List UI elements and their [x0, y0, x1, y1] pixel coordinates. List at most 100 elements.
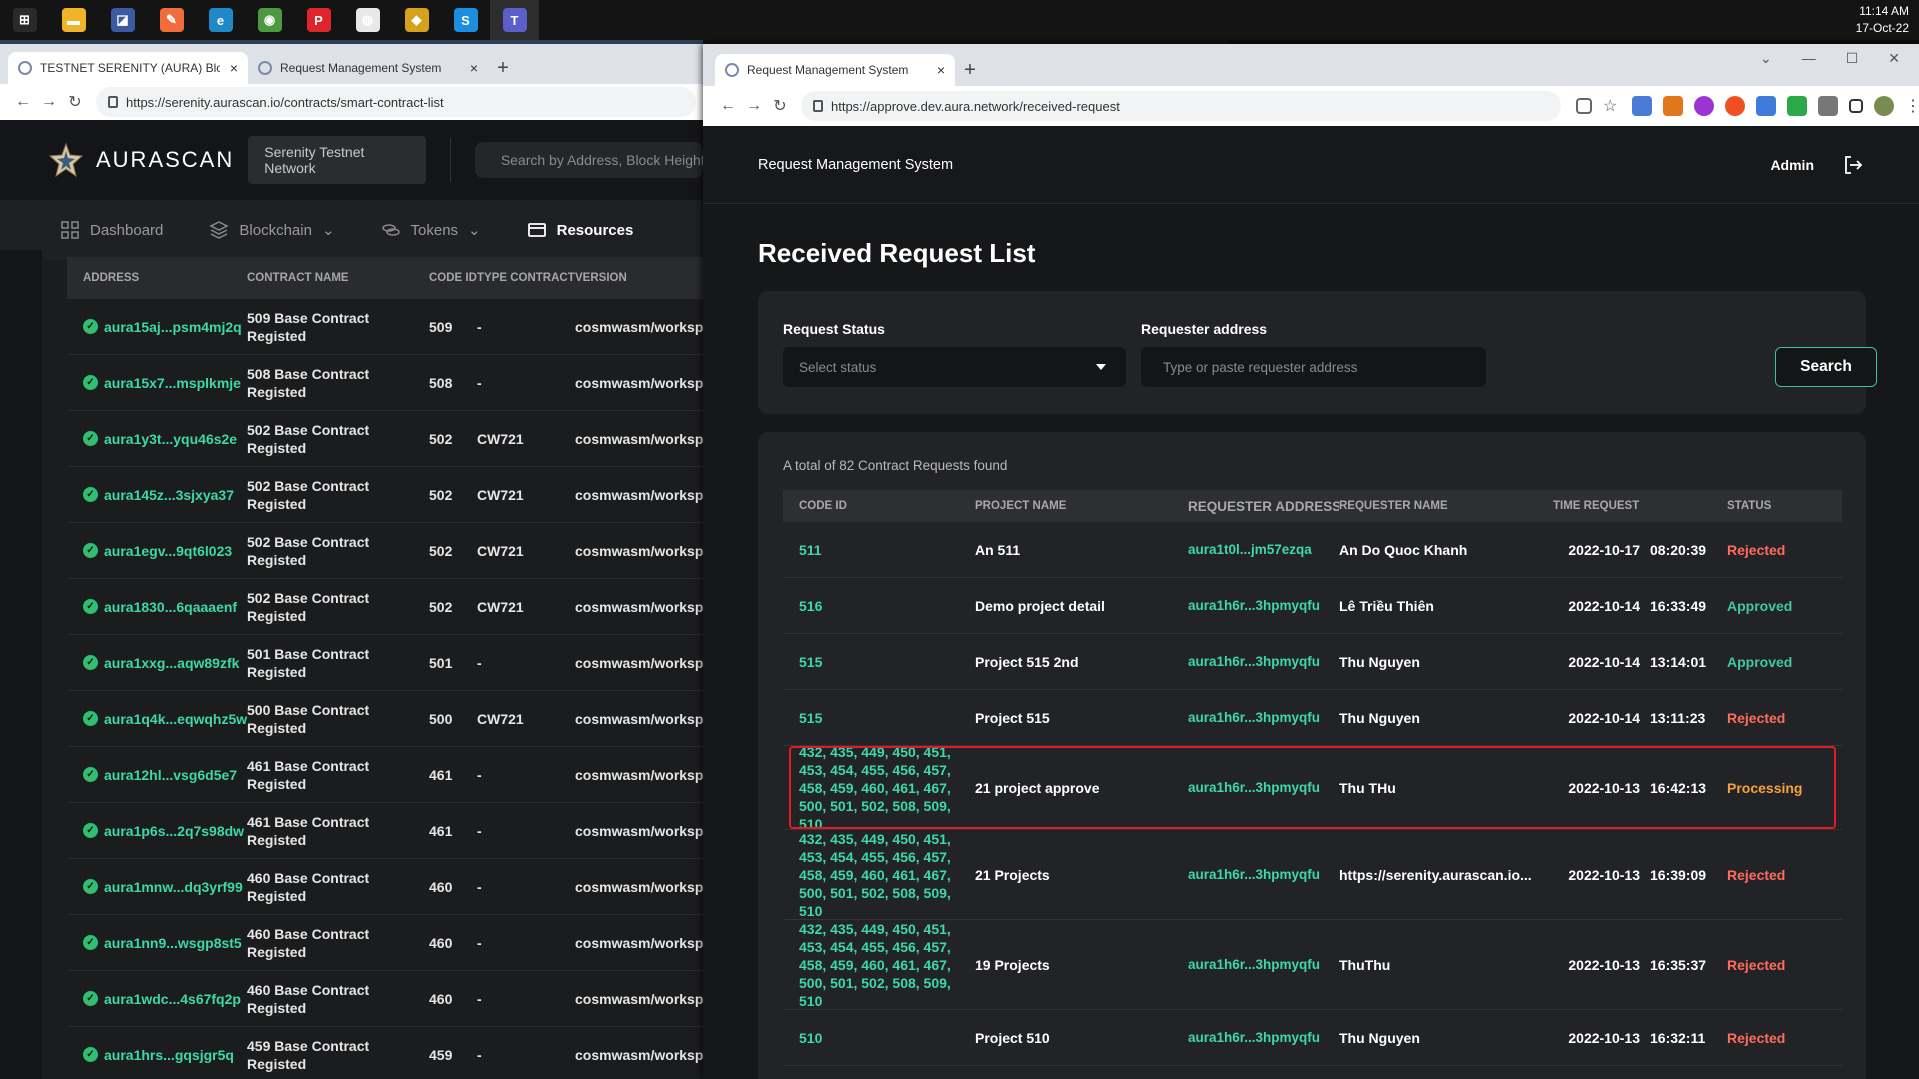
contract-address-link[interactable]: aura15x7...msplkmje [104, 375, 241, 391]
contract-row[interactable]: ✓ aura15aj...psm4mj2q 509 Base Contract Re… [67, 299, 703, 355]
code-id-link[interactable]: 511 [783, 541, 975, 559]
taskbar-app[interactable]: e [196, 0, 245, 40]
reload-icon[interactable]: ↻ [767, 96, 793, 116]
search-button[interactable]: Search [1775, 347, 1877, 387]
request-row[interactable]: 432, 435, 449, 450, 451, 453, 454, 455, … [783, 743, 1842, 833]
extension-icon-1[interactable] [1694, 96, 1714, 116]
taskbar-app[interactable]: S [441, 0, 490, 40]
tab-search-chevron-icon[interactable]: ⌄ [1760, 50, 1772, 67]
request-row[interactable]: 511 An 511 aura1t0l...jm57ezqa An Do Quoc K… [783, 522, 1842, 578]
metamask-extension-icon[interactable] [1663, 96, 1683, 116]
close-window-icon[interactable]: ✕ [1888, 50, 1900, 67]
taskbar-app[interactable]: P [294, 0, 343, 40]
contract-row[interactable]: ✓ aura1y3t...yqu46s2e 502 Base Contract Re… [67, 411, 703, 467]
contract-row[interactable]: ✓ aura145z...3sjxya37 502 Base Contract Re… [67, 467, 703, 523]
nav-dashboard[interactable]: Dashboard [60, 220, 163, 240]
system-clock[interactable]: 11:14 AM 17-Oct-22 [1856, 3, 1909, 37]
contract-address-link[interactable]: aura1wdc...4s67fq2p [104, 991, 241, 1007]
contract-row[interactable]: ✓ aura1mnw...dq3yrf99 460 Base Contract Re… [67, 859, 703, 915]
contract-address-link[interactable]: aura12hl...vsg6d5e7 [104, 767, 237, 783]
requester-address-link[interactable]: aura1h6r...3hpmyqfu [1188, 1030, 1339, 1045]
contract-address-link[interactable]: aura1q4k...eqwqhz5w [104, 711, 247, 727]
back-icon[interactable]: ← [10, 93, 36, 111]
taskbar-app[interactable]: ✎ [147, 0, 196, 40]
extension-icon-3[interactable] [1756, 96, 1776, 116]
contract-row[interactable]: ✓ aura12hl...vsg6d5e7 461 Base Contract Re… [67, 747, 703, 803]
close-tab-icon[interactable]: × [230, 60, 238, 76]
network-badge[interactable]: Serenity Testnet Network [248, 136, 426, 184]
forward-icon[interactable]: → [36, 93, 62, 111]
code-id-link[interactable]: 432, 435, 449, 450, 451, 453, 454, 455, … [783, 920, 975, 1010]
requester-address-input[interactable] [1141, 347, 1486, 387]
contract-address-link[interactable]: aura1xxg...aqw89zfk [104, 655, 239, 671]
request-status-select[interactable]: Select status [783, 347, 1126, 387]
close-tab-icon[interactable]: × [470, 60, 478, 76]
app-title[interactable]: Request Management System [758, 157, 953, 173]
contract-address-link[interactable]: aura1nn9...wsgp8st5 [104, 935, 242, 951]
contract-row[interactable]: ✓ aura1nn9...wsgp8st5 460 Base Contract Re… [67, 915, 703, 971]
contract-row[interactable]: ✓ aura1xxg...aqw89zfk 501 Base Contract Re… [67, 635, 703, 691]
taskbar-app[interactable]: ◍ [343, 0, 392, 40]
requester-address-link[interactable]: aura1t0l...jm57ezqa [1188, 542, 1339, 557]
logout-icon[interactable] [1842, 154, 1864, 176]
request-row[interactable]: 516 Demo project detail aura1h6r...3hpmyqf… [783, 578, 1842, 634]
contract-row[interactable]: ✓ aura1p6s...2q7s98dw 461 Base Contract Re… [67, 803, 703, 859]
contract-address-link[interactable]: aura1hrs...gqsjgr5q [104, 1047, 234, 1063]
request-row[interactable]: 432, 435, 449, 450, 451, 453, 454, 455, … [783, 920, 1842, 1010]
share-icon[interactable] [1576, 98, 1592, 114]
nav-tokens[interactable]: Tokens ⌄ [381, 220, 481, 240]
maximize-icon[interactable]: ☐ [1846, 50, 1859, 67]
contract-row[interactable]: ✓ aura1egv...9qt6l023 502 Base Contract Re… [67, 523, 703, 579]
contract-row[interactable]: ✓ aura1q4k...eqwqhz5w 500 Base Contract Re… [67, 691, 703, 747]
code-id-link[interactable]: 515 [783, 709, 975, 727]
aurascan-logo[interactable]: AURASCAN [48, 142, 234, 178]
tab-request-management[interactable]: Request Management System × [248, 52, 488, 84]
taskbar-app[interactable]: ◆ [392, 0, 441, 40]
close-tab-icon[interactable]: × [937, 62, 945, 78]
requester-address-link[interactable]: aura1h6r...3hpmyqfu [1188, 710, 1339, 725]
request-row[interactable]: 510 Project 510 aura1h6r...3hpmyqfu Thu Ngu… [783, 1010, 1842, 1066]
new-tab-button[interactable]: + [488, 52, 518, 84]
requester-address-link[interactable]: aura1h6r...3hpmyqfu [1188, 598, 1339, 613]
tab-aurascan[interactable]: TESTNET SERENITY (AURA) Block × [8, 52, 248, 84]
aurascan-search-input[interactable]: Search by Address, Block Height [474, 142, 703, 178]
requester-address-link[interactable]: aura1h6r...3hpmyqfu [1188, 780, 1339, 795]
contract-row[interactable]: ✓ aura1hrs...gqsjgr5q 459 Base Contract Re… [67, 1027, 703, 1079]
minimize-icon[interactable]: — [1802, 50, 1816, 67]
contract-address-link[interactable]: aura1p6s...2q7s98dw [104, 823, 244, 839]
taskbar-app[interactable]: ◉ [245, 0, 294, 40]
reload-icon[interactable]: ↻ [62, 92, 88, 112]
taskbar-app[interactable]: T [490, 0, 539, 40]
code-id-link[interactable]: 510 [783, 1029, 975, 1047]
contract-address-link[interactable]: aura1830...6qaaaenf [104, 599, 237, 615]
forward-icon[interactable]: → [741, 97, 767, 115]
extension-icon-4[interactable] [1787, 96, 1807, 116]
right-address-bar[interactable]: https://approve.dev.aura.network/receive… [801, 91, 1561, 121]
code-id-link[interactable]: 516 [783, 597, 975, 615]
request-row[interactable]: 515 Project 515 2nd aura1h6r...3hpmyqfu Thu… [783, 634, 1842, 690]
code-id-link[interactable]: 432, 435, 449, 450, 451, 453, 454, 455, … [783, 830, 975, 920]
translate-extension-icon[interactable] [1632, 96, 1652, 116]
code-id-link[interactable]: 432, 435, 449, 450, 451, 453, 454, 455, … [783, 743, 975, 833]
taskbar-app[interactable]: ▬ [49, 0, 98, 40]
nav-resources[interactable]: Resources [527, 220, 633, 240]
menu-kebab-icon[interactable]: ⋮ [1905, 96, 1919, 116]
extension-icon-2[interactable] [1725, 96, 1745, 116]
contract-address-link[interactable]: aura145z...3sjxya37 [104, 487, 234, 503]
requester-address-link[interactable]: aura1h6r...3hpmyqfu [1188, 957, 1339, 972]
nav-blockchain[interactable]: Blockchain ⌄ [209, 220, 335, 240]
bookmark-star-icon[interactable]: ☆ [1603, 96, 1621, 116]
profile-avatar[interactable] [1874, 96, 1894, 116]
contract-address-link[interactable]: aura15aj...psm4mj2q [104, 319, 242, 335]
extensions-puzzle-icon[interactable] [1818, 96, 1838, 116]
side-panel-icon[interactable] [1849, 99, 1863, 113]
contract-row[interactable]: ✓ aura15x7...msplkmje 508 Base Contract Re… [67, 355, 703, 411]
new-tab-button[interactable]: + [955, 54, 985, 86]
contract-address-link[interactable]: aura1y3t...yqu46s2e [104, 431, 237, 447]
tab-request-management[interactable]: Request Management System × [715, 54, 955, 86]
taskbar-app[interactable]: ⊞ [0, 0, 49, 40]
requester-address-link[interactable]: aura1h6r...3hpmyqfu [1188, 867, 1339, 882]
code-id-link[interactable]: 515 [783, 653, 975, 671]
back-icon[interactable]: ← [715, 97, 741, 115]
contract-address-link[interactable]: aura1egv...9qt6l023 [104, 543, 232, 559]
